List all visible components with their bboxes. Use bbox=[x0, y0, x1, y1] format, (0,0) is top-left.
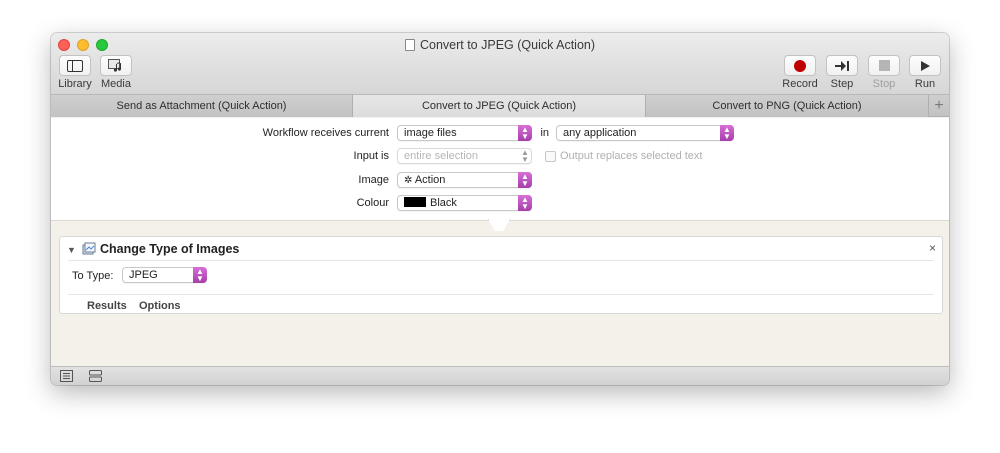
to-type-value: JPEG bbox=[129, 269, 158, 281]
receives-type-value: image files bbox=[404, 127, 457, 139]
popup-arrows-icon: ▲ ▼ bbox=[518, 172, 532, 188]
automator-window: Convert to JPEG (Quick Action) Library M… bbox=[51, 33, 949, 385]
results-tab[interactable]: Results bbox=[87, 300, 127, 312]
popup-arrows-icon: ▲ ▼ bbox=[518, 125, 532, 141]
step-button[interactable]: Step bbox=[824, 55, 860, 90]
image-value: Action bbox=[414, 174, 446, 186]
library-button[interactable]: Library bbox=[57, 55, 93, 90]
image-popup[interactable]: ✲ Action ▲ ▼ bbox=[397, 172, 532, 188]
to-type-popup[interactable]: JPEG ▲ ▼ bbox=[122, 267, 207, 283]
log-view-icon[interactable] bbox=[60, 370, 73, 382]
run-label: Run bbox=[914, 78, 936, 90]
window-title-text: Convert to JPEG (Quick Action) bbox=[419, 38, 596, 52]
add-tab-button[interactable]: + bbox=[929, 95, 949, 116]
step-label: Step bbox=[830, 78, 854, 90]
bottom-bar bbox=[51, 366, 949, 385]
library-label: Library bbox=[58, 78, 92, 90]
popup-arrows-icon: ▲ ▼ bbox=[518, 195, 532, 211]
colour-swatch bbox=[404, 197, 426, 207]
record-label: Record bbox=[782, 78, 818, 90]
run-button[interactable]: Run bbox=[907, 55, 943, 90]
options-tab[interactable]: Options bbox=[139, 300, 181, 312]
document-tabs: Send as Attachment (Quick Action) Conver… bbox=[51, 95, 949, 117]
preview-action-icon bbox=[82, 242, 96, 255]
divider bbox=[68, 294, 934, 295]
library-icon bbox=[59, 55, 91, 76]
titlebar: Convert to JPEG (Quick Action) Library M… bbox=[51, 33, 949, 95]
play-icon bbox=[909, 55, 941, 76]
connector-notch bbox=[488, 219, 510, 231]
colour-label: Colour bbox=[356, 197, 389, 209]
media-button[interactable]: Media bbox=[98, 55, 134, 90]
popup-arrows-icon: ▲ ▼ bbox=[720, 125, 734, 141]
record-button[interactable]: Record bbox=[782, 55, 818, 90]
output-replaces-label: Output replaces selected text bbox=[560, 150, 703, 162]
input-is-value: entire selection bbox=[404, 150, 478, 162]
document-icon bbox=[404, 39, 415, 51]
variables-view-icon[interactable] bbox=[89, 370, 102, 382]
step-icon bbox=[826, 55, 858, 76]
stop-icon bbox=[868, 55, 900, 76]
tab-convert-to-jpeg[interactable]: Convert to JPEG (Quick Action) bbox=[353, 95, 646, 117]
colour-value: Black bbox=[430, 197, 457, 209]
receives-type-popup[interactable]: image files ▲ ▼ bbox=[397, 125, 532, 141]
application-value: any application bbox=[563, 127, 637, 139]
colour-popup[interactable]: Black ▲ ▼ bbox=[397, 195, 532, 211]
in-label: in bbox=[540, 127, 549, 139]
to-type-label: To Type: bbox=[72, 270, 114, 282]
image-label: Image bbox=[358, 174, 389, 186]
disclosure-triangle-icon[interactable]: ▼ bbox=[67, 245, 76, 255]
workflow-settings-panel: Workflow receives current image files ▲ ▼… bbox=[51, 118, 949, 221]
tab-send-as-attachment[interactable]: Send as Attachment (Quick Action) bbox=[51, 95, 353, 117]
media-label: Media bbox=[101, 78, 131, 90]
action-change-type-of-images[interactable]: ▼ Change Type of Images × To Type: JPEG … bbox=[59, 236, 943, 314]
workflow-receives-label: Workflow receives current bbox=[262, 127, 389, 139]
tab-convert-to-png[interactable]: Convert to PNG (Quick Action) bbox=[646, 95, 929, 117]
close-action-icon[interactable]: × bbox=[929, 241, 936, 255]
input-is-label: Input is bbox=[353, 150, 389, 162]
divider bbox=[68, 260, 934, 261]
stop-button[interactable]: Stop bbox=[866, 55, 902, 90]
popup-arrows-icon: ▲ ▼ bbox=[193, 267, 207, 283]
stop-label: Stop bbox=[872, 78, 896, 90]
popup-arrows-icon: ▲ ▼ bbox=[521, 148, 529, 164]
gear-icon: ✲ bbox=[404, 175, 413, 186]
window-title: Convert to JPEG (Quick Action) bbox=[51, 38, 949, 52]
record-icon bbox=[784, 55, 816, 76]
output-replaces-checkbox[interactable] bbox=[545, 151, 556, 162]
application-popup[interactable]: any application ▲ ▼ bbox=[556, 125, 734, 141]
action-title: Change Type of Images bbox=[100, 242, 240, 256]
input-is-popup[interactable]: entire selection ▲ ▼ bbox=[397, 148, 532, 164]
media-icon bbox=[100, 55, 132, 76]
